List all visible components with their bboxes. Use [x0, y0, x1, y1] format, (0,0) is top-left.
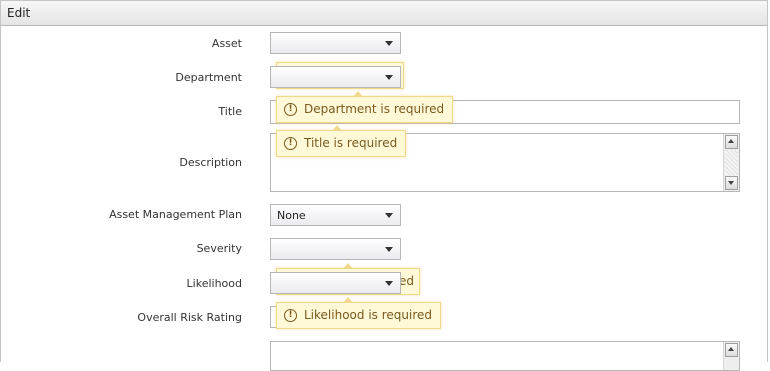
tooltip-caret [343, 263, 353, 269]
tooltip-caret [332, 125, 342, 131]
scroll-up-icon[interactable] [725, 343, 738, 357]
likelihood-label: Likelihood [186, 277, 242, 290]
next-field-scrollbar[interactable] [723, 342, 739, 370]
asset-dropdown[interactable] [270, 32, 401, 54]
severity-dropdown[interactable] [270, 238, 401, 260]
likelihood-required-tooltip: ! Likelihood is required [276, 297, 441, 329]
exclamation-circle-icon: ! [284, 103, 297, 116]
title-required-message: Title is required [304, 136, 398, 150]
department-required-tooltip: ! Department is required [276, 91, 454, 123]
exclamation-circle-icon: ! [284, 137, 297, 150]
description-label: Description [179, 156, 242, 169]
asset-management-plan-label: Asset Management Plan [109, 208, 242, 221]
department-label: Department [175, 71, 242, 84]
severity-required-message: ed [399, 274, 414, 288]
scroll-down-icon[interactable] [725, 176, 738, 190]
likelihood-dropdown[interactable] [270, 272, 401, 294]
department-required-message: Department is required [304, 102, 445, 116]
overall-risk-rating-label: Overall Risk Rating [137, 311, 242, 324]
severity-label: Severity [196, 242, 242, 255]
next-field-textarea[interactable] [270, 341, 740, 371]
window-title: Edit [7, 6, 31, 20]
tooltip-caret [343, 297, 353, 303]
chevron-down-icon [385, 41, 393, 46]
department-dropdown[interactable] [270, 66, 401, 88]
asset-label: Asset [211, 37, 242, 50]
asset-management-plan-dropdown[interactable]: None [270, 204, 401, 226]
tooltip-caret [353, 91, 363, 97]
chevron-down-icon [385, 213, 393, 218]
chevron-down-icon [385, 281, 393, 286]
chevron-down-icon [385, 75, 393, 80]
description-scrollbar[interactable] [723, 134, 739, 191]
title-label: Title [218, 105, 242, 118]
scrollbar-track[interactable] [725, 150, 738, 175]
window-titlebar: Edit [0, 0, 768, 26]
scroll-up-icon[interactable] [725, 135, 738, 149]
chevron-down-icon [385, 247, 393, 252]
asset-management-plan-value: None [277, 209, 306, 222]
likelihood-required-message: Likelihood is required [304, 308, 432, 322]
exclamation-circle-icon: ! [284, 309, 297, 322]
title-required-tooltip: ! Title is required [276, 125, 407, 157]
